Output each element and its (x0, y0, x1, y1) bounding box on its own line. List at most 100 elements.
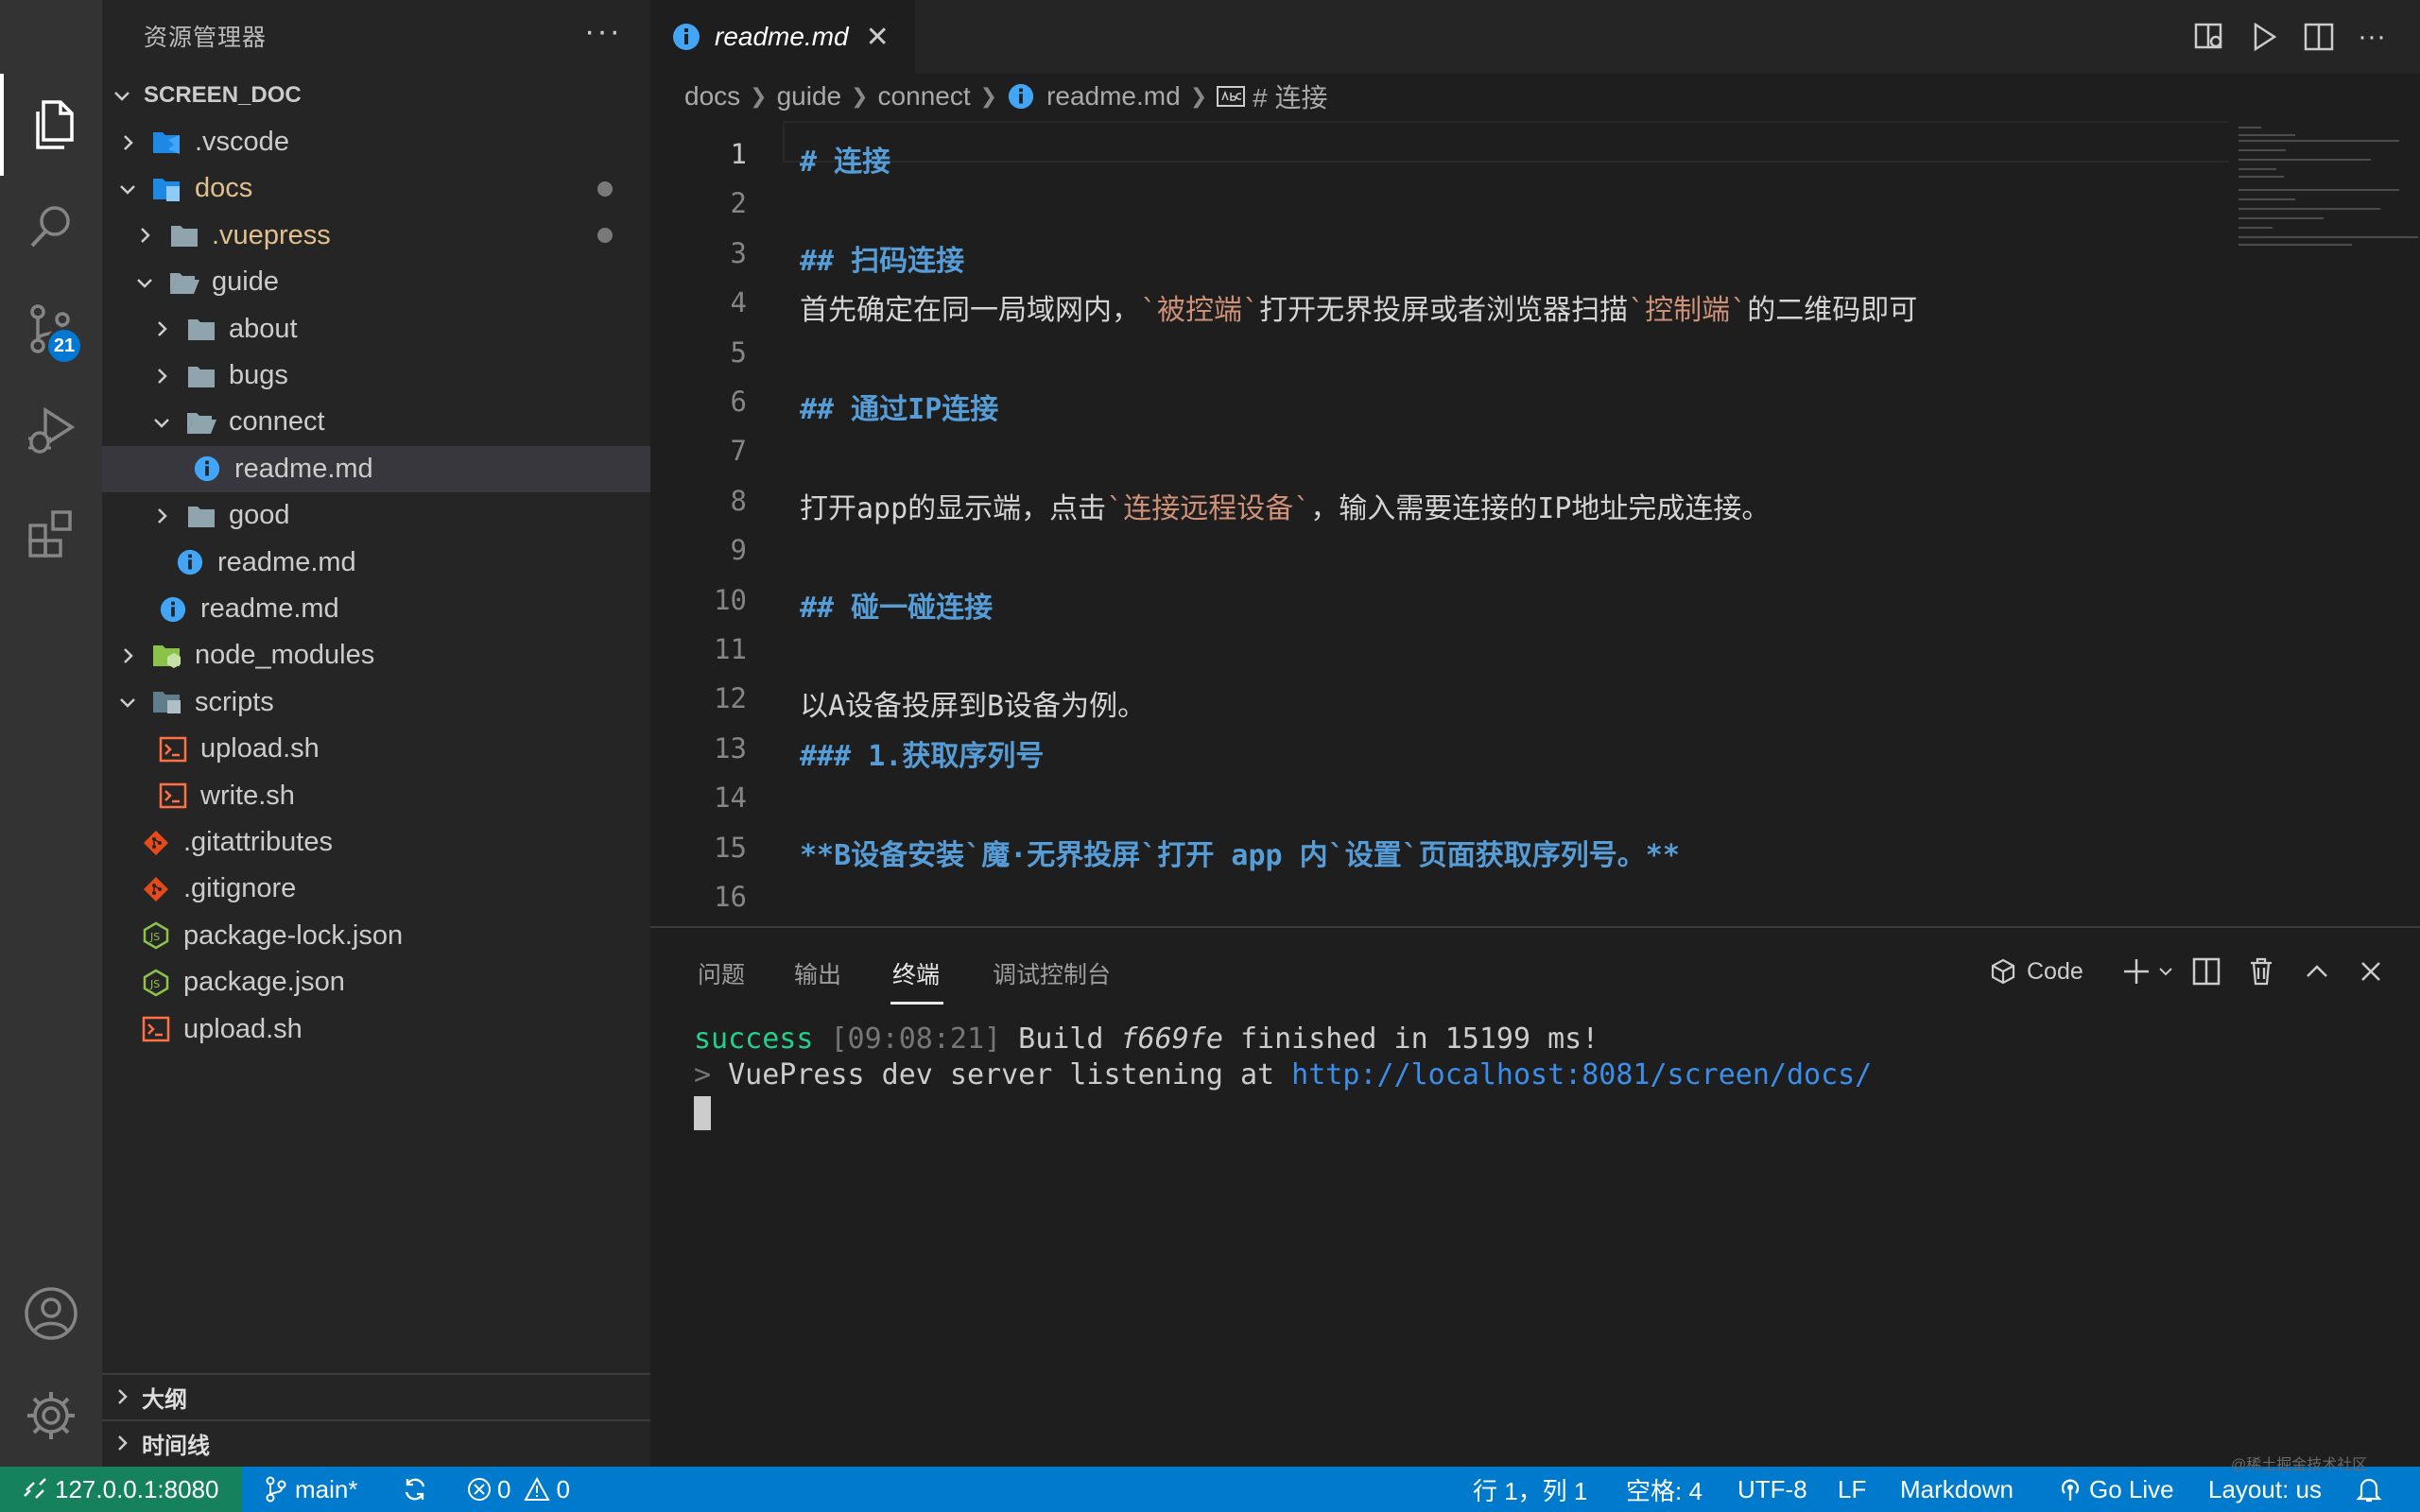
tree-item-label: upload.sh (200, 733, 320, 765)
folder-item[interactable]: docs (102, 165, 650, 212)
kill-terminal-button[interactable] (2246, 953, 2276, 990)
folder-item[interactable]: node_modules (102, 632, 650, 679)
folder-item[interactable]: connect (102, 399, 650, 445)
folder-item[interactable]: scripts (102, 679, 650, 726)
file-item[interactable]: readme.md (102, 540, 650, 586)
maximize-panel-button[interactable] (2303, 953, 2331, 990)
remote-label: 127.0.0.1:8080 (55, 1474, 219, 1503)
tab-output[interactable]: 输出 (794, 956, 841, 990)
search-icon (26, 202, 76, 251)
source-control-button[interactable]: 21 (0, 278, 102, 380)
terminal-success: success (694, 1022, 814, 1056)
tab-readme[interactable]: readme.md ✕ (650, 0, 915, 74)
chevron-down-icon (117, 179, 138, 199)
tab-terminal[interactable]: 终端 (892, 956, 940, 990)
extensions-button[interactable] (0, 482, 102, 584)
file-item[interactable]: upload.sh (102, 726, 650, 772)
terminal-url-link[interactable]: http://localhost:8081/screen/docs/ (1291, 1058, 1872, 1091)
outline-section[interactable]: 大纲 (102, 1373, 650, 1418)
breadcrumb-symbol[interactable]: # 连接 (1253, 77, 1327, 115)
account-icon (23, 1285, 79, 1342)
account-button[interactable] (0, 1263, 102, 1365)
activity-bar: 21 (0, 0, 102, 1467)
error-icon (467, 1477, 492, 1502)
tab-debug-console[interactable]: 调试控制台 (993, 956, 1111, 990)
indentation[interactable]: 空格: 4 (1626, 1467, 1703, 1512)
explorer-button[interactable] (0, 74, 102, 176)
code-editor[interactable]: 1 # 连接 2 3 ## 扫码连接 4 首先确定在同一局域网内，`被控端`打开无界投屏或者… (650, 119, 2420, 926)
status-bar: 127.0.0.1:8080 main* 0 0 行 1，列 1 空格: 4 U… (0, 1467, 2420, 1512)
terminal-profile-selector[interactable]: Code (1989, 953, 2083, 990)
info-icon (671, 22, 701, 52)
language-mode[interactable]: Markdown (1900, 1467, 2014, 1512)
close-icon (2358, 958, 2384, 985)
explorer-root[interactable]: SCREEN_DOC (102, 76, 650, 115)
run-debug-button[interactable] (0, 380, 102, 482)
remote-indicator[interactable]: 127.0.0.1:8080 (0, 1467, 242, 1512)
terminal-hash: f669fe (1120, 1022, 1223, 1056)
branch-indicator[interactable]: main* (265, 1467, 357, 1512)
terminal-profile-label: Code (2027, 957, 2083, 985)
breadcrumb-guide[interactable]: guide (777, 81, 842, 112)
more-actions-icon[interactable]: ··· (2352, 17, 2392, 57)
folder-item[interactable]: good (102, 492, 650, 539)
line-number: 9 (730, 534, 747, 567)
go-live-button[interactable]: Go Live (2057, 1467, 2174, 1512)
tab-problems[interactable]: 问题 (698, 956, 745, 990)
sidebar-title: 资源管理器 (144, 25, 268, 51)
cursor-position[interactable]: 行 1，列 1 (1473, 1467, 1587, 1512)
folder-item[interactable]: bugs (102, 352, 650, 399)
file-item[interactable]: upload.sh (102, 1006, 650, 1053)
folder-item[interactable]: .vuepress (102, 213, 650, 259)
file-item[interactable]: readme.md (102, 586, 650, 632)
breadcrumb-file[interactable]: readme.md (1046, 81, 1181, 112)
file-item[interactable]: write.sh (102, 773, 650, 819)
breadcrumb-connect[interactable]: connect (878, 81, 971, 112)
new-terminal-button[interactable] (2121, 953, 2174, 990)
folder-item[interactable]: guide (102, 259, 650, 305)
nodejs-icon: JS (140, 967, 172, 999)
file-item[interactable]: readme.md (102, 445, 650, 492)
warnings-count: 0 (556, 1474, 570, 1503)
run-icon[interactable] (2244, 17, 2284, 57)
more-actions-icon[interactable]: ··· (584, 13, 622, 50)
trash-icon (2246, 956, 2276, 987)
folder-item[interactable]: .vscode (102, 119, 650, 165)
tree-item-label: about (229, 313, 298, 344)
warning-icon (524, 1477, 551, 1502)
svg-text:JS: JS (149, 978, 160, 990)
end-of-line[interactable]: LF (1838, 1467, 1866, 1512)
branch-label: main* (295, 1474, 358, 1503)
errors-count: 0 (497, 1474, 511, 1503)
svg-text:JS: JS (149, 931, 160, 943)
code-line: 打开app的显示端，点击`连接远程设备`，输入需要连接的IP地址完成连接。 (800, 485, 1770, 526)
line-number: 15 (714, 831, 747, 864)
problems-indicator[interactable]: 0 0 (467, 1467, 570, 1512)
file-item[interactable]: .gitattributes (102, 819, 650, 866)
folder-scripts-icon (151, 686, 183, 718)
tab-label: readme.md (715, 22, 849, 51)
open-preview-icon[interactable] (2189, 17, 2229, 57)
close-panel-button[interactable] (2358, 953, 2384, 990)
file-item[interactable]: JS package-lock.json (102, 913, 650, 959)
chevron-down-icon (2157, 963, 2174, 980)
encoding[interactable]: UTF-8 (1737, 1467, 1807, 1512)
manage-button[interactable] (0, 1365, 102, 1467)
folder-item[interactable]: about (102, 306, 650, 352)
file-item[interactable]: JS package.json (102, 959, 650, 1005)
file-item[interactable]: .gitignore (102, 866, 650, 912)
sync-button[interactable] (401, 1467, 429, 1512)
search-button[interactable] (0, 176, 102, 278)
tree-item-label: package-lock.json (183, 919, 404, 951)
split-editor-icon[interactable] (2299, 17, 2339, 57)
folder-icon (185, 360, 217, 392)
chevron-right-icon (117, 132, 138, 153)
breadcrumb-docs[interactable]: docs (684, 81, 740, 112)
timeline-section[interactable]: 时间线 (102, 1419, 650, 1465)
scm-badge: 21 (45, 327, 83, 365)
info-icon (1007, 82, 1035, 111)
close-icon[interactable]: ✕ (866, 21, 890, 54)
minimap[interactable] (2229, 119, 2420, 926)
tree-item-label: .vscode (195, 127, 289, 157)
split-terminal-button[interactable] (2191, 953, 2221, 990)
